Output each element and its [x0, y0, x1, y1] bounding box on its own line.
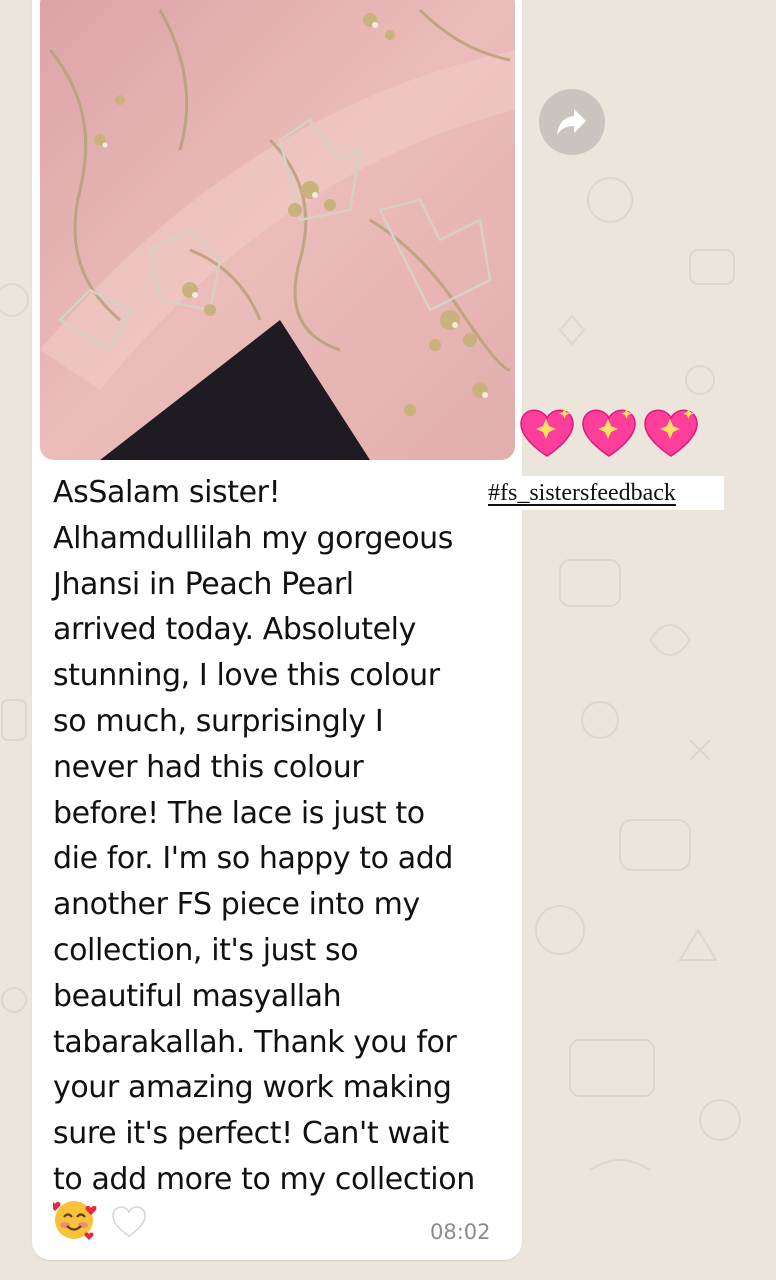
hashtag-label: #fs_sistersfeedback	[480, 476, 724, 510]
sparkling-hearts-sticker	[520, 408, 698, 457]
sparkling-heart-icon	[582, 408, 636, 457]
message-timestamp: 08:02	[430, 1220, 491, 1244]
lace-fabric-image	[40, 0, 515, 460]
smiling-face-with-hearts-icon	[49, 1201, 97, 1240]
sparkling-heart-icon	[520, 408, 574, 457]
sparkling-heart-icon	[644, 408, 698, 457]
forward-button[interactable]	[539, 89, 605, 155]
white-heart-icon	[112, 1206, 146, 1237]
message-text: AsSalam sister! Alhamdullilah my gorgeou…	[53, 475, 475, 1197]
message-photo[interactable]	[40, 0, 515, 460]
message-emojis	[49, 1198, 173, 1242]
forward-arrow-icon	[557, 109, 586, 135]
